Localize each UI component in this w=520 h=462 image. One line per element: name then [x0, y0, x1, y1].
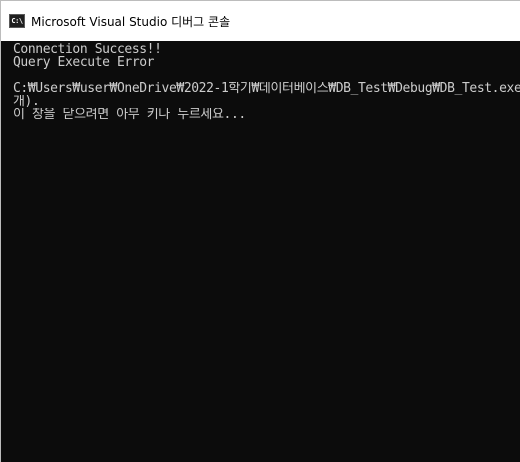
- console-line-query-error: Query Execute Error: [13, 56, 155, 69]
- console-line-path-continuation: 개).: [13, 95, 40, 108]
- console-line-close-prompt: 이 창을 닫으려면 아무 키나 누르세요...: [13, 108, 246, 121]
- window-title: Microsoft Visual Studio 디버그 콘솔: [31, 14, 231, 29]
- console-line-exe-path: C:₩Users₩user₩OneDrive₩2022-1학기₩데이터베이스₩D…: [13, 82, 520, 95]
- console-app-icon-glyph: C:\: [11, 16, 23, 25]
- console-app-icon: C:\: [9, 14, 25, 28]
- console-line-connection: Connection Success!!: [13, 43, 162, 56]
- console-window: C:\ Microsoft Visual Studio 디버그 콘솔 Conne…: [0, 0, 520, 462]
- console-output[interactable]: Connection Success!! Query Execute Error…: [1, 41, 520, 462]
- title-bar[interactable]: C:\ Microsoft Visual Studio 디버그 콘솔: [1, 1, 520, 41]
